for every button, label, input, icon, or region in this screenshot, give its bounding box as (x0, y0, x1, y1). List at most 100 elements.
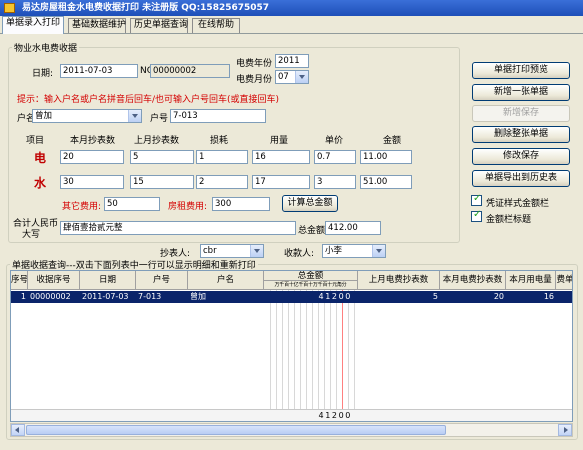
elec-amount[interactable]: 11.00 (360, 150, 412, 164)
receipt-group-title: 物业水电费收据 (12, 41, 80, 54)
save-edit-button[interactable]: 修改保存 (472, 148, 570, 165)
app-window: 易达房屋租金水电费收据打印 未注册版 QQ:15825675057 单据录入打印… (0, 0, 583, 450)
grid-header-this-elec[interactable]: 本月电费抄表数 (440, 271, 506, 290)
grid-header-more[interactable]: 费单 (556, 271, 572, 290)
grid-header-date[interactable]: 日期 (80, 271, 136, 290)
other-fee-label: 其它费用: (62, 202, 102, 212)
scroll-right-icon[interactable] (558, 424, 572, 436)
payee-value: 小李 (325, 246, 343, 256)
row-unit: 7-013 (138, 292, 162, 301)
water-amount[interactable]: 51.00 (360, 175, 412, 189)
scroll-left-icon[interactable] (11, 424, 25, 436)
app-icon (4, 3, 15, 13)
water-price[interactable]: 3 (314, 175, 356, 189)
scroll-thumb[interactable] (26, 425, 446, 435)
water-loss[interactable]: 2 (196, 175, 248, 189)
digit-line (276, 290, 277, 421)
chevron-down-icon[interactable] (295, 71, 308, 83)
tab-history-query[interactable]: 历史单据查询 (130, 18, 188, 33)
tab-online-help[interactable]: 在线帮助 (192, 18, 240, 33)
row-name: 曾加 (190, 292, 206, 301)
col-last-reading: 上月抄表数 (134, 136, 180, 146)
water-last-reading[interactable]: 15 (130, 175, 194, 189)
export-history-button[interactable]: 单据导出到历史表 (472, 170, 570, 187)
rent-fee-label: 房租费用: (168, 202, 208, 212)
household-name-select[interactable]: 曾加 (32, 109, 142, 123)
col-this-reading: 本月抄表数 (70, 136, 116, 146)
grid-header-usage[interactable]: 本月用电量 (506, 271, 556, 290)
tab-basic-data[interactable]: 基础数据维护 (68, 18, 126, 33)
digit-line (336, 290, 337, 421)
delete-receipt-button[interactable]: 删除整张单据 (472, 126, 570, 143)
grid-header-name[interactable]: 户名 (188, 271, 264, 290)
grid-header-seq[interactable]: 序号 (11, 271, 28, 290)
grid-header-last-elec[interactable]: 上月电费抄表数 (358, 271, 440, 290)
water-this-reading[interactable]: 30 (60, 175, 124, 189)
grid-header-receipt-no[interactable]: 收据序号 (28, 271, 80, 290)
digit-line (312, 290, 313, 421)
water-usage[interactable]: 17 (252, 175, 310, 189)
tab-divider (0, 33, 583, 34)
other-fee-field[interactable]: 50 (104, 197, 160, 211)
water-label: 水 (34, 176, 47, 190)
tab-entry-print[interactable]: 单据录入打印 (2, 16, 64, 34)
rent-fee-field[interactable]: 300 (212, 197, 270, 211)
chevron-down-icon[interactable] (128, 110, 141, 122)
footer-total: 41200 (318, 411, 352, 420)
digit-line (300, 290, 301, 421)
grid-header-amount[interactable]: 总金额 (264, 271, 358, 281)
elec-this-reading[interactable]: 20 (60, 150, 124, 164)
row-amount: 41200 (318, 292, 352, 301)
rmb-capital-label: 大写 (22, 230, 41, 240)
row-date: 2011-07-03 (82, 292, 129, 301)
row-usage: 16 (543, 292, 554, 301)
elec-last-reading[interactable]: 5 (130, 150, 194, 164)
month-label: 电费月份 (236, 75, 273, 85)
col-price: 单价 (325, 136, 344, 146)
calculate-total-button[interactable]: 计算总金额 (282, 195, 338, 212)
household-no-label: 户号 (150, 114, 169, 124)
household-no-field[interactable]: 7-013 (170, 109, 266, 123)
row-seq: 1 (20, 292, 26, 301)
title-bar: 易达房屋租金水电费收据打印 未注册版 QQ:15825675057 (0, 0, 583, 16)
digit-line (324, 290, 325, 421)
col-usage: 用量 (270, 136, 289, 146)
grid-header-unit[interactable]: 户号 (136, 271, 188, 290)
digit-line (288, 290, 289, 421)
electricity-label: 电 (34, 151, 47, 165)
total-amount-label: 总金额 (298, 226, 326, 236)
digit-line (330, 290, 331, 421)
payee-select[interactable]: 小李 (322, 244, 386, 258)
digit-line (306, 290, 307, 421)
household-name-value: 曾加 (35, 111, 53, 121)
reader-value: cbr (203, 246, 217, 256)
rmb-capital-field: 肆佰壹拾贰元整 (60, 221, 296, 235)
reader-select[interactable]: cbr (200, 244, 264, 258)
digit-line (318, 290, 319, 421)
year-field[interactable]: 2011 (275, 54, 309, 68)
amount-title-checkbox[interactable] (471, 209, 482, 222)
horizontal-scrollbar[interactable] (10, 423, 573, 437)
row-receipt-no: 00000002 (30, 292, 71, 301)
new-receipt-button[interactable]: 新增一张单据 (472, 84, 570, 101)
save-new-button[interactable]: 新增保存 (472, 105, 570, 122)
chevron-down-icon[interactable] (372, 245, 385, 257)
elec-loss[interactable]: 1 (196, 150, 248, 164)
elec-usage[interactable]: 16 (252, 150, 310, 164)
month-select[interactable]: 07 (275, 70, 309, 84)
table-row[interactable]: 1 00000002 2011-07-03 7-013 曾加 41200 5 2… (11, 291, 572, 303)
elec-price[interactable]: 0.7 (314, 150, 356, 164)
total-amount-field: 412.00 (325, 221, 381, 235)
voucher-style-checkbox[interactable] (471, 193, 482, 206)
receipt-list-grid[interactable]: 序号 收据序号 日期 户号 户名 总金额 万千百十亿千百十万千百十元角分 上月电… (10, 270, 573, 422)
grid-footer-row: 41200 (11, 409, 572, 421)
row-last-elec: 5 (432, 292, 438, 301)
digit-line (348, 290, 349, 421)
print-preview-button[interactable]: 单据打印预览 (472, 62, 570, 79)
month-value: 07 (278, 72, 289, 82)
col-amount: 金额 (383, 136, 402, 146)
chevron-down-icon[interactable] (250, 245, 263, 257)
receipt-no-field: 00000002 (150, 64, 230, 78)
decimal-line (342, 290, 343, 421)
date-field[interactable]: 2011-07-03 (60, 64, 138, 78)
